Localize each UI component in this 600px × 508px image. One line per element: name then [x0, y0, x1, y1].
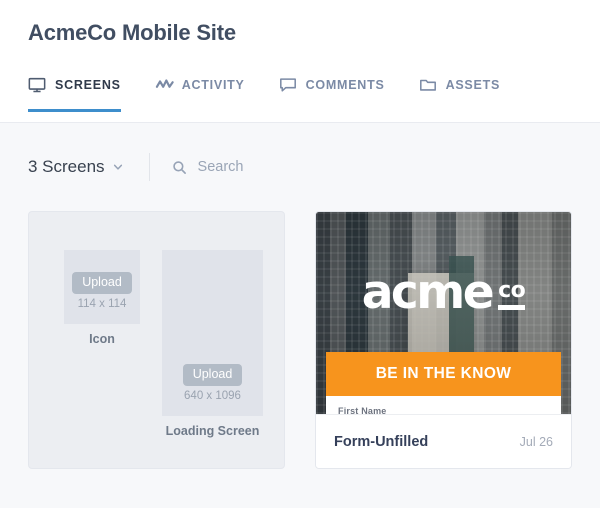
folder-icon [419, 76, 437, 94]
tab-comments[interactable]: COMMENTS [279, 68, 385, 112]
chevron-down-icon [113, 162, 123, 172]
screen-card-placeholders[interactable]: Upload 114 x 114 Icon Upload 640 x 1096 … [28, 211, 285, 469]
tab-assets[interactable]: ASSETS [419, 68, 501, 112]
icon-dimensions-label: 114 x 114 [77, 298, 127, 310]
screens-count-label: 3 Screens [28, 157, 105, 176]
first-name-field-label: First Name [338, 406, 387, 414]
screen-card-title: Form-Unfilled [334, 433, 429, 450]
city-photo-green-tower [448, 256, 475, 368]
banner-label: BE IN THE KNOW [375, 365, 512, 382]
search-icon [172, 160, 187, 175]
screens-grid: Upload 114 x 114 Icon Upload 640 x 1096 … [0, 211, 600, 469]
tab-assets-label: ASSETS [445, 78, 501, 92]
screen-card-date: Jul 26 [519, 434, 553, 449]
screen-thumbnail: acme co BE IN THE KNOW First Name [316, 212, 571, 414]
page-header: AcmeCo Mobile Site SCREENS ACTIVITY COMM… [0, 0, 600, 122]
monitor-icon [28, 76, 46, 94]
screens-count-dropdown[interactable]: 3 Screens [28, 157, 123, 177]
tab-screens[interactable]: SCREENS [28, 68, 121, 112]
placeholder-inner: Upload 114 x 114 Icon Upload 640 x 1096 … [29, 212, 284, 468]
form-preview: First Name [326, 396, 561, 414]
icon-slot-caption: Icon [89, 332, 115, 346]
comment-icon [279, 76, 297, 94]
be-in-the-know-banner: BE IN THE KNOW [326, 352, 561, 396]
loading-screen-caption: Loading Screen [165, 424, 260, 438]
tab-screens-label: SCREENS [55, 78, 121, 92]
upload-button-icon[interactable]: Upload [72, 272, 132, 294]
toolbar-divider [148, 153, 150, 181]
search-box[interactable] [172, 159, 398, 175]
tab-bar: SCREENS ACTIVITY COMMENTS ASSETS [0, 68, 600, 112]
page-title: AcmeCo Mobile Site [28, 20, 236, 45]
tab-activity[interactable]: ACTIVITY [155, 68, 245, 112]
screens-toolbar: 3 Screens [0, 123, 600, 211]
loading-screen-dimensions-label: 640 x 1096 [184, 390, 241, 402]
upload-slot-loading-screen[interactable]: Upload 640 x 1096 [162, 250, 263, 416]
content-area: 3 Screens Upload [0, 122, 600, 508]
upload-button-loading-screen[interactable]: Upload [182, 364, 243, 386]
search-input[interactable] [197, 159, 398, 175]
tab-activity-label: ACTIVITY [181, 78, 245, 92]
screen-card-meta: Form-Unfilled Jul 26 [316, 414, 571, 468]
screen-card-form-unfilled[interactable]: acme co BE IN THE KNOW First Name Form-U… [315, 211, 572, 469]
pulse-icon [155, 76, 174, 94]
upload-slot-icon[interactable]: Upload 114 x 114 [64, 250, 140, 324]
tab-comments-label: COMMENTS [305, 78, 385, 92]
